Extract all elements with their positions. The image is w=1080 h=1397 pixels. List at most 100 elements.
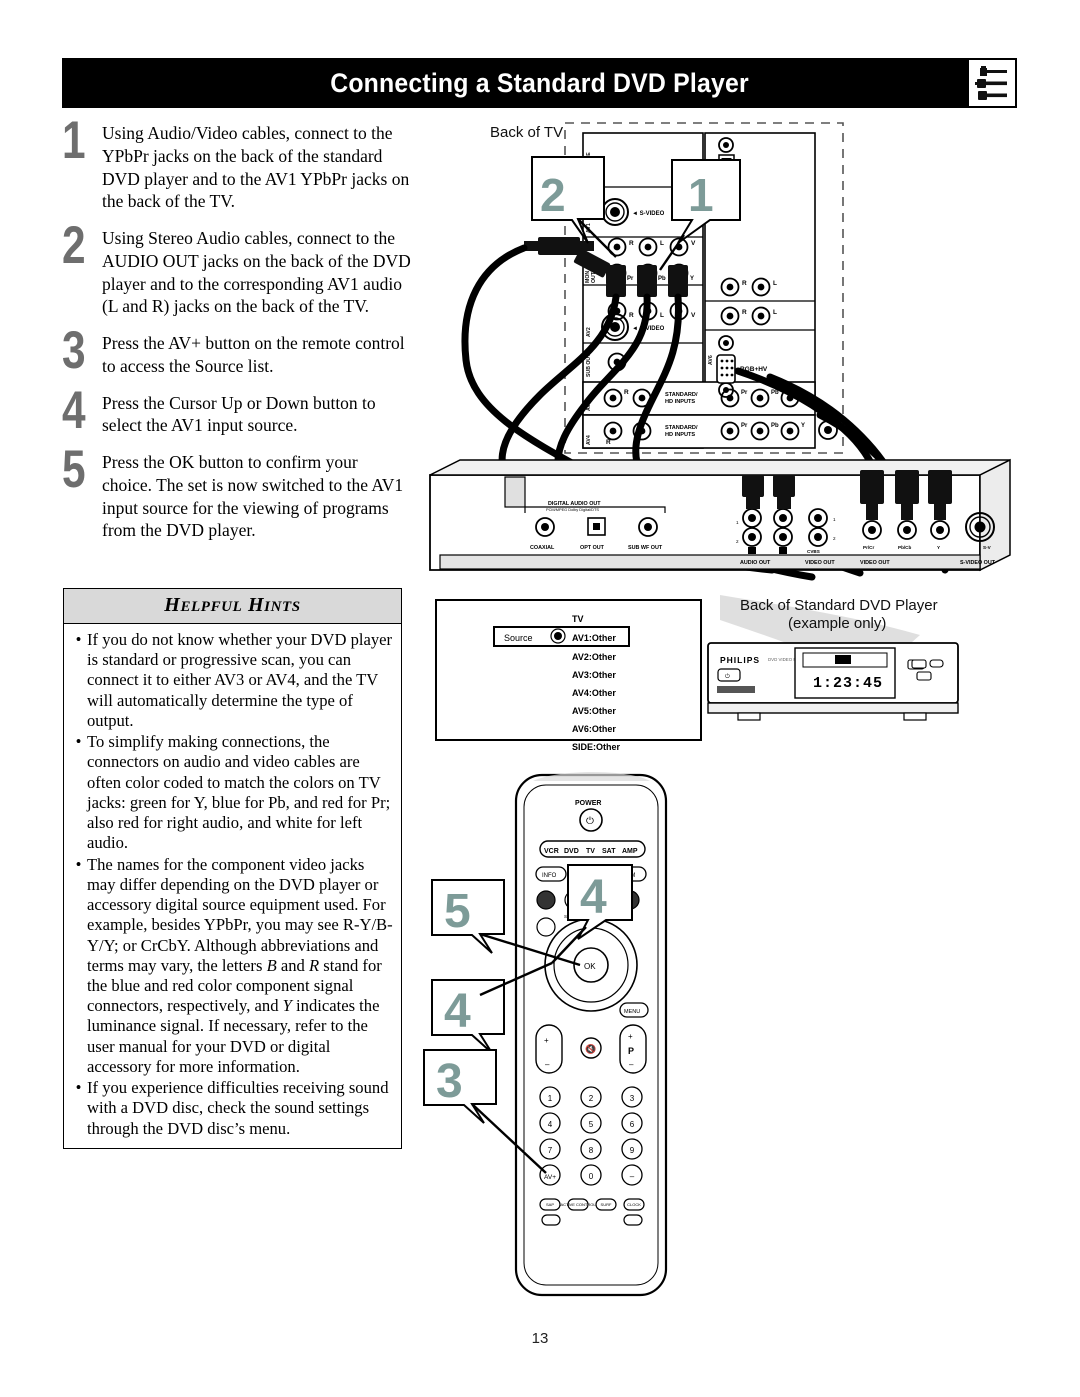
tv-label-pr3: Pr bbox=[741, 423, 748, 429]
step-text: Press the OK button to confirm your choi… bbox=[102, 452, 404, 541]
source-menu: TV Source AV1:Other AV2:Other AV3:Other … bbox=[435, 599, 702, 752]
source-item-av4[interactable]: AV4:Other bbox=[572, 688, 616, 698]
remote-key-0[interactable]: 0 bbox=[589, 1172, 594, 1181]
tv-label-pb1: Pb bbox=[658, 276, 666, 282]
remote-surf-button[interactable] bbox=[536, 917, 556, 937]
tv-label-r1: R bbox=[629, 240, 634, 247]
remote-surf-label[interactable]: SURF bbox=[601, 1202, 612, 1207]
remote-key-4[interactable]: 4 bbox=[548, 1120, 553, 1129]
remote-key-1[interactable]: 1 bbox=[548, 1094, 553, 1103]
bullet-icon: • bbox=[75, 732, 82, 752]
remote-key-7[interactable]: 7 bbox=[548, 1146, 553, 1155]
remote-key-3[interactable]: 3 bbox=[630, 1094, 635, 1103]
dvd-label-coaxial: COAXIAL bbox=[530, 545, 555, 551]
step-text: Using Stereo Audio cables, connect to th… bbox=[102, 228, 411, 317]
remote-nav-ring[interactable]: OK bbox=[544, 918, 638, 1012]
dvd-label-svideo-out: S-VIDEO OUT bbox=[960, 560, 996, 566]
tv-label-pb2: Pb bbox=[771, 390, 779, 396]
hint-text: To simplify making connections, the conn… bbox=[87, 732, 391, 853]
remote-key-minus[interactable]: – bbox=[630, 1172, 635, 1181]
remote-volume-rocker[interactable]: + – bbox=[535, 1024, 563, 1074]
tv-label-svideo2: ◄ S-VIDEO bbox=[632, 326, 665, 332]
helpful-hints-body: • If you do not know whether your DVD pl… bbox=[64, 624, 401, 1148]
hint-item: • To simplify making connections, the co… bbox=[70, 732, 393, 853]
tv-label-pr2: Pr bbox=[741, 390, 748, 396]
dvd-mark-y: Y bbox=[937, 545, 940, 550]
tv-label-y1: Y bbox=[690, 276, 694, 282]
callout-1-number: 1 bbox=[688, 169, 714, 221]
tv-label-std-hd-1b: HD INPUTS bbox=[665, 399, 695, 405]
dvd-label-opt-out: OPT OUT bbox=[580, 545, 605, 551]
remote-key-5[interactable]: 5 bbox=[589, 1120, 594, 1129]
step-number: 5 bbox=[62, 440, 86, 499]
dvd-label-sub-wf-out: SUB WF OUT bbox=[628, 545, 663, 551]
remote-key-8[interactable]: 8 bbox=[589, 1146, 594, 1155]
remote-info-button[interactable]: INFO bbox=[542, 873, 557, 879]
source-item-av2[interactable]: AV2:Other bbox=[572, 652, 616, 662]
remote-program-rocker[interactable]: + P – bbox=[619, 1024, 647, 1074]
remote-mute-button[interactable]: 🔇 bbox=[580, 1037, 602, 1059]
tv-side-label-av6: AV6 bbox=[708, 355, 714, 365]
remote-power-label: POWER bbox=[575, 800, 601, 807]
source-menu-label: Source bbox=[504, 633, 533, 643]
hint-text: If you experience difficulties receiving… bbox=[87, 1078, 389, 1138]
dvd-label-digital-sub: PCM/MPEG Dolby Digital/DTS bbox=[546, 507, 599, 512]
page-header: Connecting a Standard DVD Player bbox=[62, 58, 1017, 108]
tv-label-std-hd-1: STANDARD/ bbox=[665, 392, 698, 398]
manual-page: Connecting a Standard DVD Player 1 Using… bbox=[0, 0, 1080, 1397]
illustration-area: Back of TV SERVICE AV1 bbox=[420, 115, 1040, 1315]
step-text: Press the Cursor Up or Down button to se… bbox=[102, 392, 376, 436]
tv-label-l4: L bbox=[773, 309, 777, 316]
source-item-av6[interactable]: AV6:Other bbox=[572, 724, 616, 734]
tv-label-pb3: Pb bbox=[771, 423, 779, 429]
dvd-mark-2a: 2 bbox=[736, 539, 739, 544]
remote-device-dvd[interactable]: DVD bbox=[564, 848, 579, 855]
tv-label-r3: R bbox=[742, 280, 747, 287]
remote-volume-plus: + bbox=[544, 1036, 549, 1045]
diagram-svg: Back of TV SERVICE AV1 bbox=[423, 122, 1011, 1297]
callout-2-number: 2 bbox=[540, 169, 566, 221]
step-item: 4 Press the Cursor Up or Down button to … bbox=[62, 384, 412, 438]
tv-label-r4: R bbox=[742, 309, 747, 316]
tv-label-pr1: Pr bbox=[627, 276, 634, 282]
dvd-brand-label: PHILIPS bbox=[720, 655, 760, 665]
remote-device-sat[interactable]: SAT bbox=[602, 848, 616, 855]
step-text: Press the AV+ button on the remote contr… bbox=[102, 333, 405, 376]
hint-item: • If you experience difficulties receivi… bbox=[70, 1078, 393, 1139]
helpful-hints-box: HELPFUL HINTS • If you do not know wheth… bbox=[63, 588, 402, 1149]
remote-device-tv[interactable]: TV bbox=[586, 848, 595, 855]
remote-key-9[interactable]: 9 bbox=[630, 1146, 635, 1155]
dvd-mark-prcr: Pr/Cr bbox=[863, 545, 874, 550]
step-item: 5 Press the OK button to confirm your ch… bbox=[62, 440, 412, 542]
dvd-mark-2b: 2 bbox=[833, 536, 836, 541]
tv-label-v1: V bbox=[691, 240, 696, 247]
source-item-av3[interactable]: AV3:Other bbox=[572, 670, 616, 680]
remote-active-control-button[interactable]: ACTIVE CONTROL bbox=[560, 1202, 596, 1207]
remote-key-2[interactable]: 2 bbox=[589, 1094, 594, 1103]
remote-device-vcr[interactable]: VCR bbox=[544, 848, 559, 855]
source-item-tv[interactable]: TV bbox=[572, 614, 584, 624]
source-item-side[interactable]: SIDE:Other bbox=[572, 742, 621, 752]
step-number: 2 bbox=[62, 216, 86, 275]
hints-title-h1: H bbox=[164, 594, 181, 616]
tv-side-label-av2: AV2 bbox=[586, 327, 592, 337]
helpful-hints-title: HELPFUL HINTS bbox=[64, 589, 401, 624]
tv-label-l3: L bbox=[773, 280, 777, 287]
remote-clock-button[interactable]: CLOCK bbox=[627, 1202, 641, 1207]
remote-device-amp[interactable]: AMP bbox=[622, 848, 638, 855]
tv-label-l2: L bbox=[660, 312, 664, 319]
page-title: Connecting a Standard DVD Player bbox=[330, 67, 749, 98]
tv-label-r2: R bbox=[629, 312, 634, 319]
remote-key-6[interactable]: 6 bbox=[630, 1120, 635, 1129]
remote-menu-label: MENU bbox=[624, 1009, 640, 1015]
tv-side-label-av4: AV4 bbox=[586, 435, 592, 445]
remote-sap-button[interactable]: SAP bbox=[546, 1202, 554, 1207]
source-item-av5[interactable]: AV5:Other bbox=[572, 706, 616, 716]
dvd-label-line1: Back of Standard DVD Player bbox=[740, 597, 938, 614]
step-number: 1 bbox=[62, 111, 86, 170]
source-item-av1[interactable]: AV1:Other bbox=[572, 633, 616, 643]
bullet-icon: • bbox=[75, 854, 82, 874]
callout-5-number: 5 bbox=[444, 885, 471, 938]
power-icon: ⏻ bbox=[725, 673, 730, 680]
remote-key-avplus[interactable]: AV+ bbox=[544, 1174, 556, 1181]
